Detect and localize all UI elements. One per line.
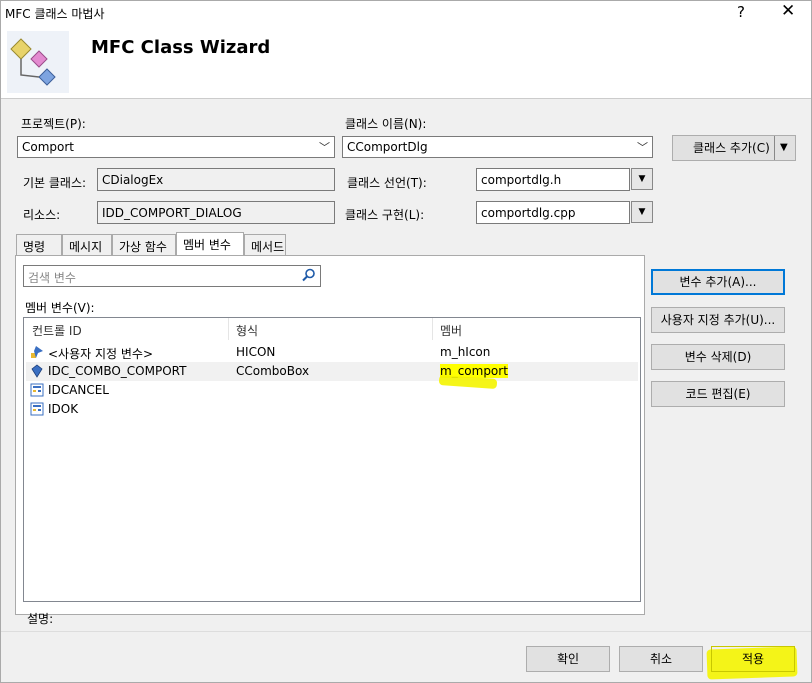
resource-field: IDD_COMPORT_DIALOG (97, 201, 335, 224)
apply-button[interactable]: 적용 (711, 646, 795, 672)
class-decl-label: 클래스 선언(T): (347, 176, 427, 190)
project-label: 프로젝트(P): (21, 117, 86, 131)
row-control-id: IDOK (48, 402, 79, 416)
project-combo[interactable]: Comport ﹀ (17, 136, 335, 158)
row-member: m_hIcon (440, 345, 491, 359)
search-input[interactable]: 검색 변수 (23, 265, 321, 287)
class-impl-field[interactable]: comportdlg.cpp (476, 201, 630, 224)
class-impl-label: 클래스 구현(L): (345, 208, 425, 222)
column-header-member[interactable]: 멤버 (440, 322, 462, 339)
help-button[interactable]: ? (737, 3, 745, 21)
row-control-id: <사용자 지정 변수> (48, 347, 154, 361)
variable-icon (31, 364, 43, 378)
split-divider (774, 136, 775, 160)
chevron-down-icon: ﹀ (319, 141, 330, 154)
project-value: Comport (22, 140, 75, 154)
tab-methods[interactable]: 메서드 (244, 234, 286, 256)
add-class-label: 클래스 추가(C) (693, 141, 770, 155)
cancel-button[interactable]: 취소 (619, 646, 703, 672)
tab-commands[interactable]: 명령 (16, 234, 62, 256)
member-variables-label: 멤버 변수(V): (25, 301, 95, 315)
delete-variable-button[interactable]: 변수 삭제(D) (651, 344, 785, 370)
ok-button[interactable]: 확인 (526, 646, 610, 672)
add-class-button[interactable]: 클래스 추가(C) ▼ (672, 135, 796, 161)
close-button[interactable]: ✕ (781, 1, 795, 21)
column-header-type[interactable]: 형식 (236, 322, 258, 339)
add-variable-button[interactable]: 변수 추가(A)... (651, 269, 785, 295)
class-name-combo[interactable]: CComportDlg ﹀ (342, 136, 653, 158)
row-type: CComboBox (236, 364, 310, 378)
class-decl-value: comportdlg.h (481, 173, 562, 187)
wizard-heading: MFC Class Wizard (91, 37, 271, 58)
row-control-id: IDC_COMBO_COMPORT (48, 364, 187, 378)
class-name-label: 클래스 이름(N): (345, 117, 427, 131)
member-variables-list[interactable]: 컨트롤 ID 형식 멤버 <사용자 지정 변수> HICON m_hIcon I… (23, 317, 641, 602)
custom-variable-icon (31, 346, 43, 358)
class-wizard-logo-icon (7, 31, 69, 93)
column-header-control-id[interactable]: 컨트롤 ID (32, 322, 82, 339)
class-name-value: CComportDlg (347, 140, 428, 154)
class-decl-dropdown[interactable]: ▼ (631, 168, 653, 190)
search-placeholder: 검색 변수 (28, 271, 76, 285)
resource-value: IDD_COMPORT_DIALOG (102, 206, 242, 220)
table-row[interactable]: IDOK (26, 400, 638, 419)
mfc-class-wizard-window: MFC 클래스 마법사 ? ✕ MFC Class Wizard 프로젝트(P)… (0, 0, 812, 683)
tab-member-variables[interactable]: 멤버 변수 (176, 232, 244, 257)
class-impl-dropdown[interactable]: ▼ (631, 201, 653, 223)
footer-divider (1, 631, 811, 632)
window-title: MFC 클래스 마법사 (5, 7, 105, 21)
row-type: HICON (236, 345, 276, 359)
base-class-value: CDialogEx (102, 173, 164, 187)
row-control-id: IDCANCEL (48, 383, 109, 397)
edit-code-button[interactable]: 코드 편집(E) (651, 381, 785, 407)
description-label: 설명: (27, 612, 54, 626)
tab-messages[interactable]: 메시지 (62, 234, 112, 256)
wizard-header: MFC Class Wizard (1, 27, 811, 99)
dialog-control-icon (30, 402, 44, 416)
table-row[interactable]: IDCANCEL (26, 381, 638, 400)
caret-down-icon[interactable]: ▼ (780, 136, 788, 160)
base-class-label: 기본 클래스: (23, 176, 87, 190)
class-impl-value: comportdlg.cpp (481, 206, 576, 220)
base-class-field: CDialogEx (97, 168, 335, 191)
column-divider[interactable] (432, 318, 433, 340)
table-row[interactable]: IDC_COMBO_COMPORT CComboBox m_comport (26, 362, 638, 381)
chevron-down-icon: ﹀ (637, 141, 648, 154)
resource-label: 리소스: (23, 208, 61, 222)
class-decl-field[interactable]: comportdlg.h (476, 168, 630, 191)
title-bar: MFC 클래스 마법사 ? ✕ (1, 1, 811, 27)
search-icon[interactable] (302, 268, 316, 286)
tab-virtual-functions[interactable]: 가상 함수 (112, 234, 176, 256)
table-row[interactable]: <사용자 지정 변수> HICON m_hIcon (26, 343, 638, 362)
dialog-control-icon (30, 383, 44, 397)
column-divider[interactable] (228, 318, 229, 340)
add-custom-button[interactable]: 사용자 지정 추가(U)... (651, 307, 785, 333)
